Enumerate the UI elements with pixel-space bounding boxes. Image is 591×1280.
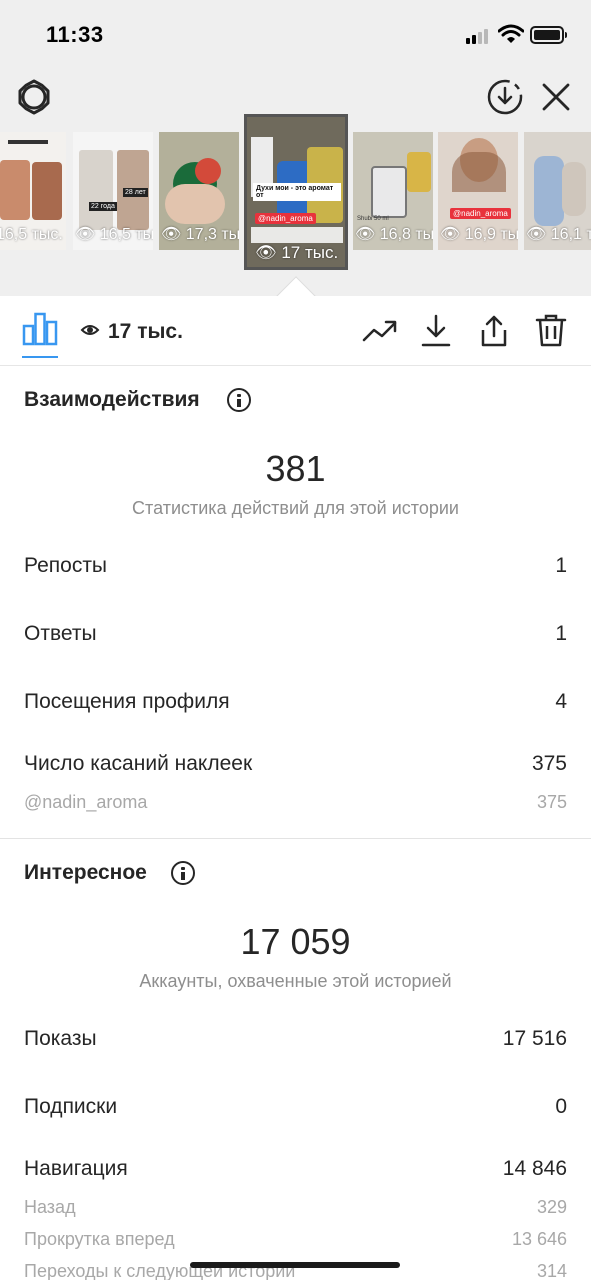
story-views: 👁 16,8 тыс. [355,226,433,243]
bar-chart-icon[interactable] [22,312,58,346]
home-indicator[interactable] [190,1262,400,1268]
discovery-caption: Аккаунты, охваченные этой историей [139,971,452,991]
age-label: 22 года [89,202,117,211]
metric-value: 0 [555,1095,567,1118]
section-title-discovery: Интересное [24,861,147,884]
close-icon[interactable] [541,82,571,112]
metric-label: Посещения профиля [24,690,230,713]
metric-value: 14 846 [502,1157,567,1180]
metric-label: Показы [24,1027,97,1050]
metric-value: 314 [536,1261,567,1280]
story-views: 👁 16,1 тыс. [526,226,591,243]
section-title-interactions: Взаимодействия [24,388,200,411]
metric-label: Назад [24,1197,76,1217]
interactions-total: 381 [265,448,326,489]
metric-value: 375 [531,752,567,775]
metric-label: Репосты [24,554,108,577]
metric-label: Подписки [24,1095,118,1118]
metric-value: 375 [536,792,567,812]
discovery-total: 17 059 [240,921,351,962]
story-thumbnail[interactable]: @nadin_aroma 👁 16,9 тыс. [438,132,518,250]
settings-gear-icon[interactable] [15,78,53,116]
active-tab-indicator [22,356,58,358]
story-toolbar: 17 тыс. [0,296,591,366]
battery-icon [530,26,567,44]
story-views-count: 17 тыс. [108,320,183,343]
cellular-signal-icon [466,28,492,44]
story-thumbnail[interactable]: 👁 17,3 тыс. [159,132,239,250]
story-thumbnail[interactable]: Shubi 50 ml 👁 16,8 тыс. [353,132,433,250]
metric-value: 329 [536,1197,567,1217]
story-views: 16,5 тыс. [0,226,63,243]
metric-label: Ответы [24,622,97,645]
metric-label: Число касаний наклеек [24,752,253,775]
trash-icon[interactable] [534,314,568,348]
metric-value: 1 [555,554,567,577]
story-views: 👁 17 тыс. [255,243,339,262]
story-caption: Духи мои - это аромат от [253,183,341,201]
status-time: 11:33 [46,22,104,47]
metric-value: 4 [555,690,567,713]
story-thumbnail[interactable]: 16,5 тыс. [0,132,66,250]
metric-label: Навигация [24,1157,128,1180]
mention-tag: @nadin_aroma [450,208,511,219]
info-icon[interactable] [171,861,195,885]
story-views: 👁 16,5 тыс. [75,226,153,243]
metric-value: 13 646 [511,1229,567,1249]
story-thumbnail[interactable]: 👁 16,1 тыс. [524,132,591,250]
mention-tag: @nadin_aroma [255,213,316,224]
trend-icon[interactable] [362,314,398,348]
download-circle-icon[interactable] [486,78,524,116]
discovery-section: Интересное 17 059 Аккаунты, охваченные э… [0,839,591,1280]
story-thumbnail-selected[interactable]: Духи мои - это аромат от @nadin_aroma 👁 … [244,114,348,270]
wifi-icon [498,24,524,43]
story-thumbnail[interactable]: 22 года 28 лет 👁 16,5 тыс. [73,132,153,250]
story-views: 👁 16,9 тыс. [440,226,518,243]
eye-icon [80,325,100,335]
interactions-caption: Статистика действий для этой истории [132,498,459,518]
story-caption: Shubi 50 ml [357,216,389,222]
status-bar: 11:33 [0,0,591,70]
metric-value: 1 [555,622,567,645]
download-icon[interactable] [420,314,452,348]
metric-value: 17 516 [502,1027,567,1050]
interactions-section: Взаимодействия 381 Статистика действий д… [0,366,591,838]
info-icon[interactable] [227,388,251,412]
metric-label: Прокрутка вперед [24,1229,175,1249]
age-label: 28 лет [123,188,148,197]
metric-label: @nadin_aroma [24,792,148,812]
story-thumbnails-strip: 16,5 тыс. 22 года 28 лет 👁 16,5 тыс. 👁 1… [0,112,591,272]
story-views: 👁 17,3 тыс. [161,226,239,243]
story-header-area: 11:33 16,5 тыс. 22 года 28 лет 👁 16,5 ты… [0,0,591,296]
share-icon[interactable] [477,314,511,348]
